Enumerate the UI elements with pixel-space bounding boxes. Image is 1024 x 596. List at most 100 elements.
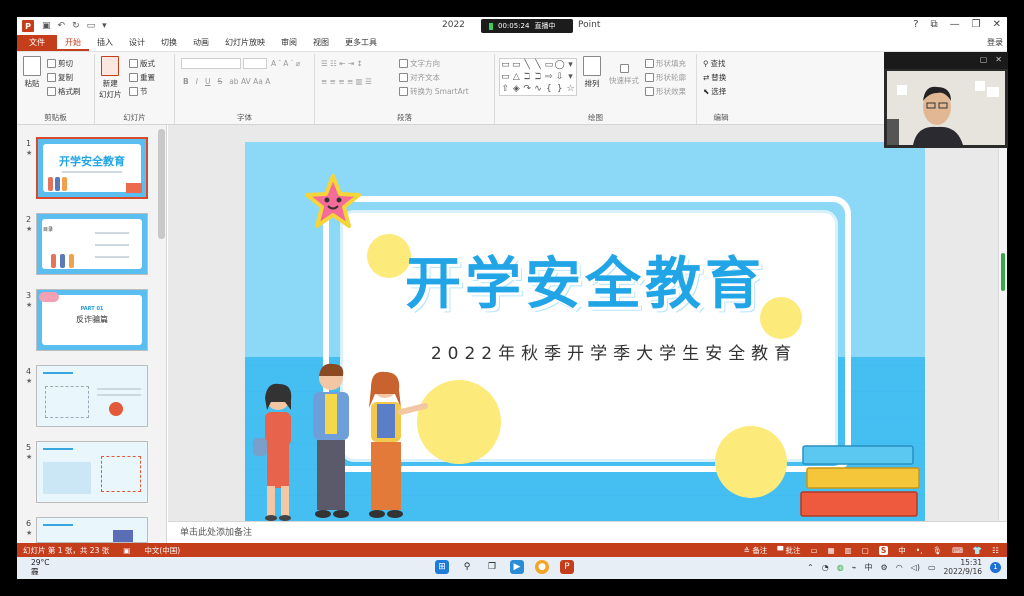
- ime-menu-icon[interactable]: ☷: [992, 546, 999, 555]
- live-app-icon[interactable]: ▶: [510, 560, 524, 574]
- notes-pane[interactable]: 单击此处添加备注: [168, 521, 1007, 543]
- student-girl-2-illustration: [369, 371, 428, 518]
- font-style-buttons[interactable]: B I U Sab AV Aa A: [183, 77, 270, 86]
- sorter-view-icon[interactable]: ▦: [828, 546, 835, 555]
- tab-transitions[interactable]: 切换: [153, 35, 185, 51]
- scrollbar-thumb[interactable]: [1001, 253, 1005, 291]
- webcam-overlay[interactable]: ▢ ✕: [884, 52, 1008, 148]
- slideshow-view-icon[interactable]: ▢: [862, 546, 869, 555]
- align-text-button[interactable]: 对齐文本: [399, 72, 440, 83]
- ime-sogou-badge[interactable]: S: [878, 545, 889, 555]
- shape-fill-button[interactable]: 形状填充: [645, 58, 686, 69]
- start-windows-icon[interactable]: ⊞: [435, 560, 449, 574]
- vertical-scrollbar[interactable]: [998, 125, 1007, 521]
- tab-design[interactable]: 设计: [121, 35, 153, 51]
- tab-file[interactable]: 文件: [17, 35, 57, 51]
- reading-view-icon[interactable]: ▥: [845, 546, 852, 555]
- replace-button[interactable]: ⇄ 替换: [703, 72, 726, 83]
- animation-star-icon: ★: [26, 377, 33, 385]
- normal-view-icon[interactable]: ▭: [810, 546, 817, 555]
- proofing-icon[interactable]: ▣: [123, 546, 130, 555]
- tray-wifi-icon[interactable]: ◠: [896, 563, 903, 572]
- language-indicator[interactable]: 中文(中国): [144, 545, 180, 556]
- clock[interactable]: 15:31 2022/9/16: [944, 558, 982, 576]
- powerpoint-taskbar-icon[interactable]: P: [560, 560, 574, 574]
- keyboard-icon[interactable]: ⌨: [952, 546, 963, 555]
- task-view-icon[interactable]: ❐: [485, 560, 499, 574]
- reset-button[interactable]: 重置: [129, 72, 155, 83]
- paste-button[interactable]: 粘贴: [23, 56, 41, 89]
- current-slide[interactable]: 开学安全教育 2022年秋季开学季大学生安全教育: [245, 142, 925, 522]
- login-link[interactable]: 登录: [987, 37, 1003, 48]
- ribbon-display-button[interactable]: ⧉: [931, 19, 938, 30]
- text-direction-button[interactable]: 文字方向: [399, 58, 440, 69]
- thumbnail-slide-3[interactable]: 3 ★ PART 01 反诈骗篇: [17, 289, 167, 359]
- webcam-popout-icon[interactable]: ▢: [980, 55, 988, 66]
- font-name-select[interactable]: [181, 58, 241, 69]
- format-painter-button[interactable]: 格式刷: [47, 86, 81, 97]
- student-boy-illustration: [313, 363, 349, 518]
- live-status-badge[interactable]: 00:05:24 直播中: [481, 19, 573, 33]
- tray-volume-icon[interactable]: ◁): [911, 563, 920, 572]
- tab-more-tools[interactable]: 更多工具: [337, 35, 385, 51]
- windows-taskbar: 29°C 霾 ⊞ ⚲ ❐ ▶ ● P ⌃ ◔ ◍ ⌁ 中 ⚙ ◠ ◁) ▭ 15…: [17, 557, 1007, 579]
- save-icon[interactable]: ▣: [42, 21, 51, 31]
- tab-view[interactable]: 视图: [305, 35, 337, 51]
- thumbnail-slide-1[interactable]: 1 ★ 开学安全教育: [17, 137, 167, 207]
- search-icon[interactable]: ⚲: [460, 560, 474, 574]
- tray-app-icon[interactable]: ◔: [822, 563, 829, 572]
- replace-icon: ⇄: [703, 73, 710, 82]
- slide-subtitle[interactable]: 2022年秋季开学季大学生安全教育: [303, 339, 925, 364]
- list-buttons[interactable]: ☰ ☷ ⇤ ⇥ ↕: [321, 59, 363, 68]
- thumbnail-slide-4[interactable]: 4 ★: [17, 365, 167, 435]
- section-button[interactable]: 节: [129, 86, 148, 97]
- restore-button[interactable]: ❐: [972, 19, 981, 30]
- customize-toolbar-icon[interactable]: ▾: [102, 21, 107, 31]
- tab-insert[interactable]: 插入: [89, 35, 121, 51]
- align-buttons[interactable]: ≡ ≡ ≡ ≡ ▥ ☰: [321, 77, 372, 86]
- layout-button[interactable]: 版式: [129, 58, 155, 69]
- tray-expand-icon[interactable]: ⌃: [807, 563, 814, 572]
- start-slideshow-icon[interactable]: ▭: [87, 21, 96, 31]
- arrange-button[interactable]: 排列: [583, 56, 601, 89]
- tab-review[interactable]: 审阅: [273, 35, 305, 51]
- shape-effects-button[interactable]: 形状效果: [645, 86, 686, 97]
- undo-icon[interactable]: ↶: [58, 21, 66, 31]
- ime-punct-icon[interactable]: •,: [916, 546, 923, 555]
- font-size-buttons[interactable]: Aˆ Aˇ ⌀: [271, 59, 300, 68]
- ime-language[interactable]: 中: [898, 545, 906, 556]
- tab-animations[interactable]: 动画: [185, 35, 217, 51]
- slide-title[interactable]: 开学安全教育: [245, 239, 925, 320]
- comments-button[interactable]: ▀ 批注: [777, 545, 800, 556]
- tray-ime-icon[interactable]: 中: [865, 562, 873, 573]
- thumbnail-slide-5[interactable]: 5 ★: [17, 441, 167, 511]
- thumbnail-slide-2[interactable]: 2 ★ 目录: [17, 213, 167, 283]
- tray-battery-icon[interactable]: ▭: [928, 563, 936, 572]
- notification-badge[interactable]: 1: [990, 561, 1001, 573]
- weather-widget[interactable]: 29°C 霾: [31, 558, 50, 576]
- notes-button[interactable]: ≙ 备注: [744, 545, 768, 556]
- shapes-gallery[interactable]: ▭ ▭ ╲ ╲ ▭ ◯ ▾ ▭ △ ℶ ℶ ⇨ ⇩ ▾ ⇧ ◈ ↷ ∿{} ☆: [499, 58, 577, 96]
- tray-wechat-icon[interactable]: ◍: [837, 563, 844, 572]
- select-button[interactable]: ⬉ 选择: [703, 86, 726, 97]
- app-circle-icon[interactable]: ●: [535, 560, 549, 574]
- microphone-icon[interactable]: 🎙: [933, 546, 943, 555]
- quick-styles-button[interactable]: 快速样式: [609, 64, 639, 86]
- help-button[interactable]: ?: [913, 19, 918, 30]
- cut-button[interactable]: 剪切: [47, 58, 73, 69]
- skin-icon[interactable]: 👕: [973, 546, 982, 555]
- tray-settings-icon[interactable]: ⚙: [881, 563, 888, 572]
- tab-home[interactable]: 开始: [57, 35, 89, 51]
- convert-smartart-button[interactable]: 转换为 SmartArt: [399, 86, 469, 97]
- minimize-button[interactable]: —: [950, 19, 960, 30]
- font-size-select[interactable]: [243, 58, 267, 69]
- copy-button[interactable]: 复制: [47, 72, 73, 83]
- shape-outline-button[interactable]: 形状轮廓: [645, 72, 686, 83]
- webcam-close-icon[interactable]: ✕: [995, 55, 1002, 66]
- close-button[interactable]: ✕: [993, 19, 1001, 30]
- tab-slideshow[interactable]: 幻灯片放映: [217, 35, 273, 51]
- redo-icon[interactable]: ↻: [72, 21, 80, 31]
- new-slide-button[interactable]: 新建 幻灯片: [99, 56, 122, 100]
- find-button[interactable]: ⚲ 查找: [703, 58, 726, 69]
- tray-network-icon[interactable]: ⌁: [852, 563, 857, 572]
